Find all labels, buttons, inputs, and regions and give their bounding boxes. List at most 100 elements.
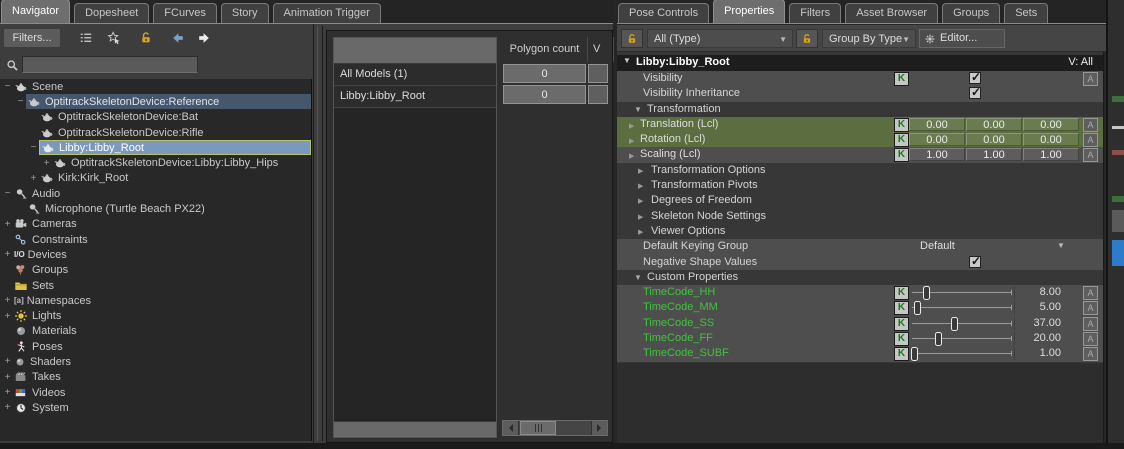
tab-story[interactable]: Story xyxy=(221,3,269,23)
property-row-timecode-hh[interactable]: TimeCode_HH K 8.00 A xyxy=(617,285,1103,300)
expand-icon[interactable] xyxy=(2,247,13,262)
value-y[interactable]: 0.00 xyxy=(966,133,1022,146)
slider-value[interactable]: 1.00 xyxy=(1014,347,1070,360)
v-cell[interactable] xyxy=(588,85,608,104)
section-custom-properties[interactable]: Custom Properties xyxy=(617,270,1103,285)
slider-thumb[interactable] xyxy=(923,286,930,300)
property-row-translation[interactable]: Translation (Lcl) K 0.00 0.00 0.00 A xyxy=(617,117,1103,132)
tree-item-scene[interactable]: Scene xyxy=(0,79,311,94)
tree-item-takes[interactable]: Takes xyxy=(0,370,311,385)
scroll-right-button[interactable] xyxy=(591,421,607,435)
slider-track[interactable] xyxy=(912,338,1012,339)
view-all-label[interactable]: V: All xyxy=(1068,56,1093,68)
expand-icon[interactable] xyxy=(2,293,13,308)
keyframe-button[interactable]: K xyxy=(894,347,909,361)
animation-button[interactable]: A xyxy=(1083,72,1098,86)
property-row-timecode-subf[interactable]: TimeCode_SUBF K 1.00 A xyxy=(617,346,1103,361)
tree-item-constraints[interactable]: Constraints xyxy=(0,232,311,247)
animation-button[interactable]: A xyxy=(1083,301,1098,315)
value-y[interactable]: 1.00 xyxy=(966,148,1022,161)
property-row-visibility[interactable]: Visibility K A xyxy=(617,71,1103,86)
expand-icon[interactable] xyxy=(41,156,52,171)
expand-icon[interactable] xyxy=(2,370,13,385)
expand-icon[interactable] xyxy=(2,385,13,400)
star-cursor-icon[interactable] xyxy=(104,29,124,47)
keyframe-button[interactable]: K xyxy=(894,133,909,147)
tree-item-audio[interactable]: Audio xyxy=(0,186,311,201)
keyframe-button[interactable]: K xyxy=(894,332,909,346)
tab-navigator[interactable]: Navigator xyxy=(1,0,70,23)
group-transformation-options[interactable]: Transformation Options xyxy=(617,163,1103,178)
collapse-icon[interactable] xyxy=(28,140,39,155)
tree-item-videos[interactable]: Videos xyxy=(0,385,311,400)
expand-icon[interactable] xyxy=(629,119,634,131)
group-degrees-of-freedom[interactable]: Degrees of Freedom xyxy=(617,193,1103,208)
column-header-polygon-count[interactable]: Polygon count xyxy=(502,37,588,62)
slider-track[interactable] xyxy=(912,323,1012,324)
tree-item-microphone[interactable]: Microphone (Turtle Beach PX22) xyxy=(0,201,311,216)
tab-animation-trigger[interactable]: Animation Trigger xyxy=(273,3,381,23)
forward-arrow-icon[interactable] xyxy=(194,29,214,47)
panel-splitter[interactable] xyxy=(313,24,326,443)
tab-sets[interactable]: Sets xyxy=(1004,3,1048,23)
keyframe-button[interactable]: K xyxy=(894,148,909,162)
animation-button[interactable]: A xyxy=(1083,332,1098,346)
polygon-count-cell[interactable]: 0 xyxy=(503,85,586,104)
group-viewer-options[interactable]: Viewer Options xyxy=(617,224,1103,239)
slider-track[interactable] xyxy=(912,353,1012,354)
type-filter-dropdown[interactable]: All (Type) xyxy=(647,29,793,48)
value-x[interactable]: 1.00 xyxy=(909,148,965,161)
polygon-count-cell[interactable]: 0 xyxy=(503,64,586,83)
keying-group-dropdown[interactable]: Default xyxy=(920,240,955,252)
keyframe-button[interactable]: K xyxy=(894,301,909,315)
editor-button[interactable]: Editor... xyxy=(919,29,1005,48)
collapse-icon[interactable]: ▼ xyxy=(623,56,631,65)
slider-thumb[interactable] xyxy=(935,332,942,346)
animation-button[interactable]: A xyxy=(1083,286,1098,300)
expand-icon[interactable] xyxy=(638,225,643,237)
property-row-default-keying-group[interactable]: Default Keying Group Default xyxy=(617,239,1103,254)
property-row-timecode-ff[interactable]: TimeCode_FF K 20.00 A xyxy=(617,331,1103,346)
expand-icon[interactable] xyxy=(2,354,13,369)
expand-icon[interactable] xyxy=(629,149,634,161)
lock-icon[interactable] xyxy=(136,29,156,47)
expand-icon[interactable] xyxy=(638,164,643,176)
collapse-icon[interactable] xyxy=(2,186,13,201)
value-z[interactable]: 0.00 xyxy=(1023,133,1079,146)
collapse-icon[interactable] xyxy=(634,103,642,115)
tree-item-groups[interactable]: Groups xyxy=(0,263,311,278)
animation-button[interactable]: A xyxy=(1083,118,1098,132)
slider-thumb[interactable] xyxy=(951,317,958,331)
horizontal-scrollbar[interactable] xyxy=(502,420,608,436)
scroll-left-button[interactable] xyxy=(503,421,519,435)
value-z[interactable]: 1.00 xyxy=(1023,148,1079,161)
tree-item-lights[interactable]: Lights xyxy=(0,308,311,323)
property-row-timecode-mm[interactable]: TimeCode_MM K 5.00 A xyxy=(617,300,1103,315)
tab-pose-controls[interactable]: Pose Controls xyxy=(618,3,709,23)
slider-thumb[interactable] xyxy=(914,301,921,315)
tree-item-cameras[interactable]: Cameras xyxy=(0,217,311,232)
expand-icon[interactable] xyxy=(638,194,643,206)
value-x[interactable]: 0.00 xyxy=(909,118,965,131)
slider-track[interactable] xyxy=(912,292,1012,293)
expand-icon[interactable] xyxy=(2,217,13,232)
tree-item-namespaces[interactable]: [a] Namespaces xyxy=(0,293,311,308)
slider-value[interactable]: 5.00 xyxy=(1014,301,1070,314)
expand-icon[interactable] xyxy=(629,134,634,146)
value-x[interactable]: 0.00 xyxy=(909,133,965,146)
value-y[interactable]: 0.00 xyxy=(966,118,1022,131)
tree-item-materials[interactable]: Materials xyxy=(0,324,311,339)
v-cell[interactable] xyxy=(588,64,608,83)
tree-item-libby-root[interactable]: Libby:Libby_Root xyxy=(0,140,311,155)
keyframe-button[interactable]: K xyxy=(894,286,909,300)
tree-item-shaders[interactable]: Shaders xyxy=(0,354,311,369)
group-skeleton-node-settings[interactable]: Skeleton Node Settings xyxy=(617,209,1103,224)
property-row-rotation[interactable]: Rotation (Lcl) K 0.00 0.00 0.00 A xyxy=(617,132,1103,147)
tree-item-poses[interactable]: Poses xyxy=(0,339,311,354)
model-row-libby[interactable]: Libby:Libby_Root xyxy=(334,86,496,108)
expand-icon[interactable] xyxy=(638,179,643,191)
model-row-all[interactable]: All Models (1) xyxy=(334,64,496,86)
property-row-timecode-ss[interactable]: TimeCode_SS K 37.00 A xyxy=(617,316,1103,331)
group-transformation-pivots[interactable]: Transformation Pivots xyxy=(617,178,1103,193)
property-row-negative-shape-values[interactable]: Negative Shape Values xyxy=(617,255,1103,270)
